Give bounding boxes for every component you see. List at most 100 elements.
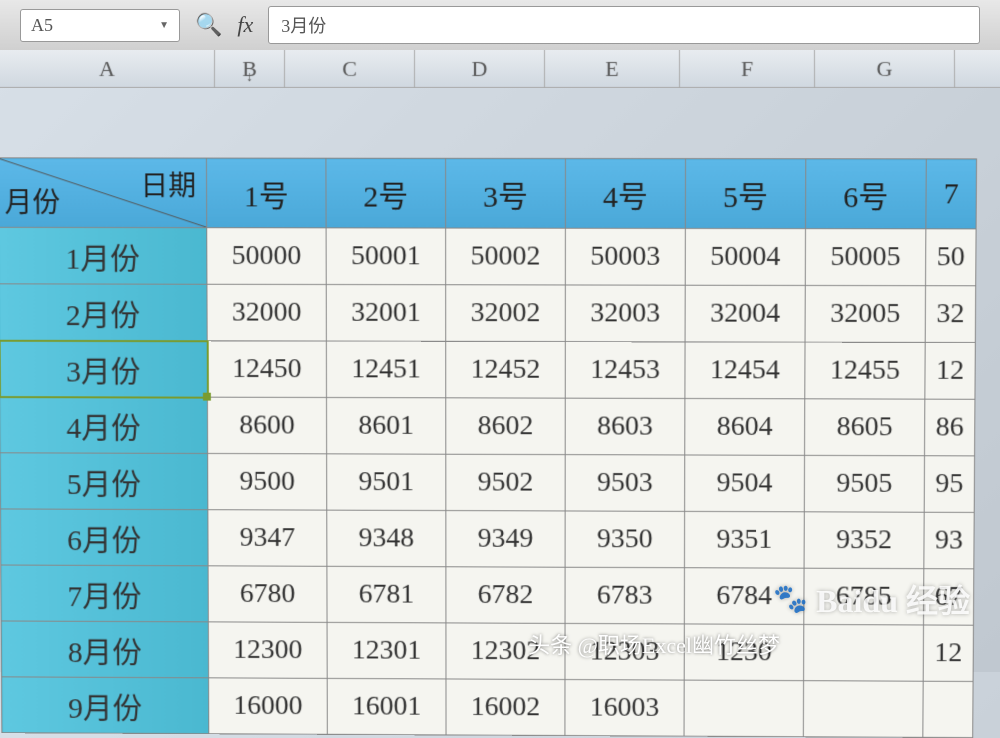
month-cell[interactable]: 2月份 [0,284,207,341]
data-cell[interactable]: 12453 [565,342,685,399]
data-cell[interactable]: 9502 [446,454,565,511]
data-cell[interactable]: 32004 [685,285,805,342]
data-cell[interactable]: 12301 [327,622,446,679]
day-header[interactable]: 4号 [565,158,685,228]
data-cell[interactable]: 95 [924,456,974,513]
column-header-e[interactable]: E [545,50,680,87]
column-header-b[interactable]: B ↓ [215,50,285,87]
data-cell[interactable]: 9352 [804,512,924,569]
table-row: 1月份50000500015000250003500045000550 [0,227,976,285]
table-row: 4月份86008601860286038604860586 [0,397,975,456]
data-cell[interactable]: 32005 [805,285,926,342]
column-headers-row: A B ↓ C D E F G [0,50,1000,88]
column-header-f[interactable]: F [680,50,815,87]
data-cell[interactable]: 50 [926,229,977,286]
fx-icon[interactable]: fx [237,12,253,38]
month-cell[interactable]: 6月份 [0,509,208,566]
formula-bar[interactable]: 3月份 [268,6,980,44]
header-row: 月份 日期 1号 2号 3号 4号 5号 6号 7 [0,158,977,229]
column-header-g[interactable]: G [815,50,955,87]
data-cell[interactable]: 9500 [208,453,327,510]
data-cell[interactable]: 8602 [446,398,565,455]
data-cell[interactable] [684,680,804,737]
data-cell[interactable]: 6780 [208,566,327,623]
data-cell[interactable]: 32003 [565,285,685,342]
data-cell[interactable]: 6782 [446,567,565,624]
data-cell[interactable] [804,624,924,681]
data-cell[interactable]: 93 [924,512,974,569]
data-cell[interactable] [803,681,923,738]
data-cell[interactable]: 50004 [685,228,805,285]
zoom-icon[interactable]: 🔍 [195,12,222,38]
column-header-c[interactable]: C [285,50,415,87]
day-header[interactable]: 7 [926,159,977,229]
data-cell[interactable]: 86 [925,399,975,456]
data-cell[interactable]: 50001 [326,228,446,285]
data-cell[interactable]: 12 [925,342,975,399]
name-box[interactable]: A5 ▼ [20,9,180,42]
data-cell[interactable]: 9347 [208,510,327,567]
data-cell[interactable]: 12451 [326,341,445,398]
data-cell[interactable] [923,681,973,737]
data-cell[interactable]: 50003 [565,228,685,285]
paw-icon: 🐾 [773,582,808,616]
data-cell[interactable]: 8601 [326,397,445,454]
day-header[interactable]: 6号 [806,159,927,229]
data-cell[interactable]: 12452 [446,341,566,398]
data-cell[interactable]: 9503 [565,455,685,512]
data-cell[interactable]: 16000 [209,678,328,734]
table-row: 8月份12300123011230212303123012 [1,621,973,681]
table-row: 6月份93479348934993509351935293 [0,509,974,569]
month-cell[interactable]: 1月份 [0,227,207,284]
data-cell[interactable]: 9349 [446,511,565,568]
day-header[interactable]: 1号 [206,158,326,228]
data-cell[interactable]: 16003 [565,680,684,737]
month-cell[interactable]: 5月份 [0,453,208,510]
baidu-watermark: 🐾 Baidu 经验 [773,576,970,622]
data-cell[interactable]: 16002 [446,679,565,736]
data-cell[interactable]: 32002 [446,285,566,342]
data-cell[interactable]: 16001 [327,678,446,735]
month-cell[interactable]: 3月份 [0,340,207,397]
day-header[interactable]: 3号 [446,158,566,228]
data-cell[interactable]: 12454 [685,342,805,399]
data-cell[interactable]: 6781 [327,566,446,623]
month-cell[interactable]: 4月份 [0,397,208,454]
day-header[interactable]: 5号 [685,159,805,229]
data-cell[interactable]: 32 [925,286,976,343]
diag-right-label: 日期 [140,164,196,204]
data-cell[interactable]: 12300 [208,622,327,679]
data-cell[interactable]: 50000 [207,228,326,285]
data-cell[interactable]: 8604 [685,398,805,455]
data-cell[interactable]: 8605 [805,399,925,456]
data-cell[interactable]: 9351 [684,511,804,568]
day-header[interactable]: 2号 [326,158,446,228]
month-cell[interactable]: 7月份 [1,565,209,622]
dropdown-icon[interactable]: ▼ [159,20,169,31]
data-cell[interactable]: 6783 [565,567,684,624]
data-cell[interactable]: 12455 [805,342,925,399]
table-row: 5月份95009501950295039504950595 [0,453,975,513]
diagonal-header-cell[interactable]: 月份 日期 [0,158,207,228]
data-cell[interactable]: 12 [923,625,973,681]
data-cell[interactable]: 32001 [326,284,446,341]
data-cell[interactable]: 8600 [207,397,326,454]
data-cell[interactable]: 9504 [685,455,805,512]
data-cell[interactable]: 50005 [805,229,926,286]
data-cell[interactable]: 9501 [327,454,446,511]
data-cell[interactable]: 12450 [207,341,326,398]
column-header-d[interactable]: D [415,50,545,87]
cell-reference: A5 [31,15,53,36]
month-cell[interactable]: 8月份 [1,621,208,678]
data-cell[interactable]: 9505 [804,455,924,512]
data-cell[interactable]: 8603 [565,398,685,455]
data-cell[interactable]: 32000 [207,284,326,341]
month-cell[interactable]: 9月份 [1,677,208,734]
data-cell[interactable]: 9348 [327,510,446,567]
table-row: 9月份16000160011600216003 [1,677,973,738]
table-row: 3月份12450124511245212453124541245512 [0,340,975,399]
diag-left-label: 月份 [4,181,60,221]
data-cell[interactable]: 9350 [565,511,685,568]
data-cell[interactable]: 50002 [446,228,566,285]
column-header-a[interactable]: A [0,50,215,87]
